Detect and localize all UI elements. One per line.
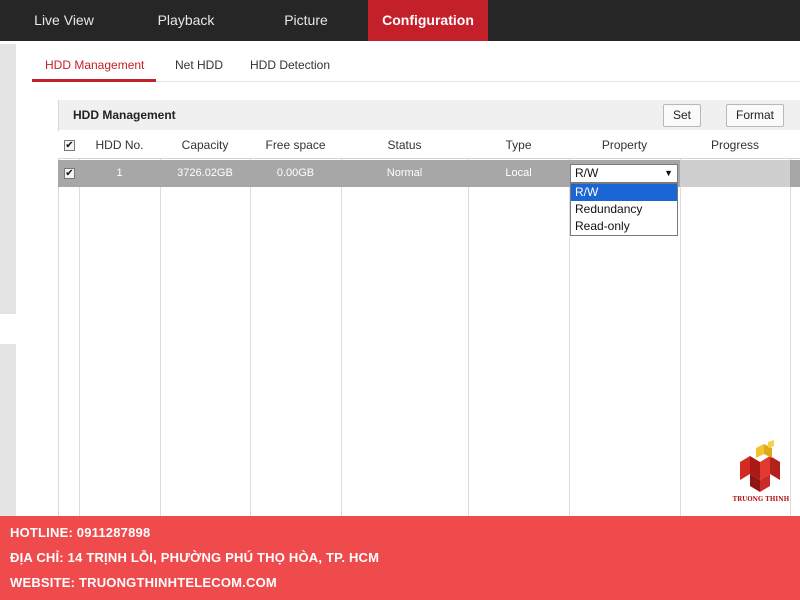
format-button[interactable]: Format [726,104,784,127]
option-rw[interactable]: R/W [571,184,677,201]
property-options-list: R/W Redundancy Read-only [570,183,678,236]
column-divider [250,131,251,516]
footer-address: ĐỊA CHỈ: 14 TRỊNH LỖI, PHƯỜNG PHÚ THỌ HÒ… [10,550,380,565]
option-read-only[interactable]: Read-only [571,218,677,235]
panel-title: HDD Management [73,108,176,122]
nav-live-view[interactable]: Live View [0,0,128,41]
sub-tabs: HDD Management Net HDD HDD Detection [32,50,800,82]
nav-playback[interactable]: Playback [128,0,244,41]
table-row[interactable]: ✔ 1 3726.02GB 0.00GB Normal Local [58,160,800,187]
cell-hdd-no: 1 [116,167,123,179]
column-divider [680,131,681,516]
footer-banner: HOTLINE: 0911287898 ĐỊA CHỈ: 14 TRỊNH LỖ… [0,516,800,600]
tab-hdd-management[interactable]: HDD Management [45,58,144,72]
active-tab-indicator [32,79,156,82]
property-select-value: R/W [575,166,599,180]
select-all-checkbox[interactable]: ✔ [64,140,75,151]
logo-text: TRUONG THINH [732,496,790,503]
header-hdd-no: HDD No. [95,138,144,152]
nav-picture[interactable]: Picture [244,0,368,41]
row-checkbox[interactable]: ✔ [64,168,75,179]
footer-website: WEBSITE: TRUONGTHINHTELECOM.COM [10,575,277,590]
header-free-space: Free space [265,138,326,152]
sidebar-panel-top [0,44,16,314]
footer-hotline: HOTLINE: 0911287898 [10,525,151,540]
tab-hdd-detection[interactable]: HDD Detection [250,58,330,72]
property-select[interactable]: R/W ▼ [570,164,678,183]
table-header-row: ✔ HDD No. Capacity Free space Status Typ… [58,131,800,159]
header-status: Status [387,138,422,152]
hdd-management-page: Live View Playback Picture Configuration… [0,0,800,600]
tab-net-hdd[interactable]: Net HDD [175,58,223,72]
sidebar-panel-bottom [0,344,16,516]
header-type: Type [505,138,532,152]
header-property: Property [601,138,648,152]
cell-type: Local [505,167,532,179]
panel-header: HDD Management Set Format [59,100,800,130]
column-divider [79,131,80,516]
column-divider [160,131,161,516]
dropdown-arrow-icon: ▼ [664,168,673,178]
nav-configuration[interactable]: Configuration [368,0,488,41]
column-divider [341,131,342,516]
cell-progress [680,160,790,187]
option-redundancy[interactable]: Redundancy [571,201,677,218]
column-divider [468,131,469,516]
cell-capacity: 3726.02GB [177,167,233,179]
cell-status: Normal [386,167,423,179]
column-divider [790,131,791,516]
header-progress: Progress [710,138,760,152]
header-capacity: Capacity [181,138,229,152]
set-button[interactable]: Set [663,104,701,127]
cell-free-space: 0.00GB [276,167,315,179]
top-navigation: Live View Playback Picture Configuration [0,0,800,41]
